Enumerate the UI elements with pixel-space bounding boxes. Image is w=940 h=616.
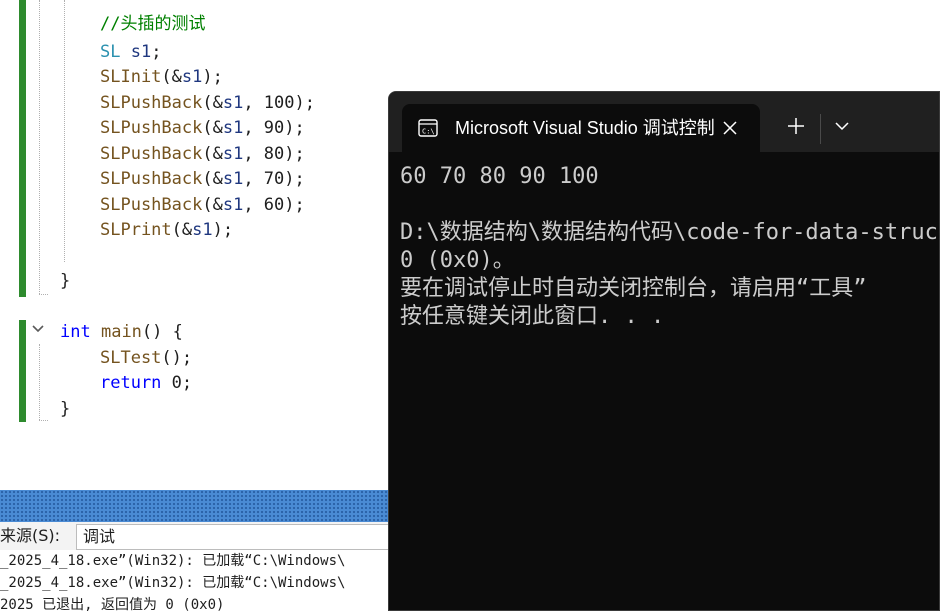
code-token: (& [202, 195, 223, 215]
code-line[interactable]: SLTest(); [100, 346, 192, 371]
code-token: SL [100, 42, 121, 62]
code-token: (& [171, 220, 193, 240]
code-token: main [100, 322, 142, 342]
indent-guide [64, 0, 65, 262]
output-source-label: 来源(S): [0, 526, 61, 545]
close-icon[interactable] [720, 118, 740, 138]
output-line: _2025_4_18.exe”(Win32): 已加载“C:\Windows\ [0, 553, 346, 569]
svg-text:C:\: C:\ [422, 128, 435, 136]
change-bar [19, 0, 26, 297]
output-line: _2025_4_18.exe”(Win32): 已加载“C:\Windows\ [0, 575, 346, 591]
code-token: ); [212, 220, 234, 240]
code-token: () { [141, 322, 183, 342]
code-line[interactable]: return 0; [100, 371, 192, 396]
code-line[interactable]: SLInit(&s1); [100, 65, 223, 90]
code-token: ); [202, 67, 223, 87]
output-pane: 来源(S): 调试 _2025_4_18.exe”(Win32): 已加载“C:… [0, 490, 396, 613]
code-token: SLInit [100, 67, 162, 87]
output-toolbar: 来源(S): 调试 [0, 522, 396, 550]
debug-console-window[interactable]: C:\ Microsoft Visual Studio 调试控制台 60 70 … [388, 91, 940, 611]
code-token: //头插的测试 [100, 14, 206, 34]
toolbar-divider [820, 114, 821, 144]
code-token: s1 [222, 169, 244, 189]
code-token: , 90); [243, 118, 305, 138]
code-token: (& [202, 93, 223, 113]
code-token: (& [202, 118, 223, 138]
code-token: SLPushBack [100, 93, 203, 113]
code-line[interactable]: SLPushBack(&s1, 90); [100, 116, 305, 141]
code-line[interactable]: } [60, 269, 70, 294]
code-token: (& [161, 67, 182, 87]
change-bar [19, 320, 26, 422]
code-line[interactable]: SLPrint(&s1); [100, 218, 233, 243]
code-token: s1 [222, 118, 244, 138]
terminal-line: 60 70 80 90 100 [400, 164, 599, 189]
code-token: s1 [181, 67, 203, 87]
code-token: (); [161, 348, 193, 368]
code-token: s1 [222, 93, 244, 113]
output-title-bar[interactable] [0, 490, 388, 522]
code-line[interactable]: SLPushBack(&s1, 70); [100, 167, 305, 192]
indent-guide [39, 344, 40, 420]
code-token: (& [202, 144, 223, 164]
code-token: , 100); [243, 93, 315, 113]
code-token: s1 [222, 195, 244, 215]
terminal-line: 按任意键关闭此窗口. . . [400, 304, 665, 329]
code-line[interactable]: int main() { [60, 320, 183, 345]
code-token: (& [202, 169, 223, 189]
code-token: 0; [161, 373, 193, 393]
code-line[interactable]: SLPushBack(&s1, 100); [100, 91, 315, 116]
output-source-value: 调试 [83, 527, 116, 546]
plus-icon[interactable] [786, 116, 806, 136]
code-token: , 60); [243, 195, 305, 215]
code-token: SLPushBack [100, 144, 203, 164]
code-token: SLPushBack [100, 195, 203, 215]
code-token: int [60, 322, 91, 342]
code-token: SLTest [100, 348, 162, 368]
code-token: s1 [192, 220, 213, 240]
code-token: SLPrint [100, 220, 172, 240]
output-line: 2025 已退出, 返回值为 0 (0x0) [0, 597, 225, 613]
code-token: } [60, 271, 71, 291]
code-token: , 80); [243, 144, 305, 164]
code-token: , 70); [243, 169, 305, 189]
collapse-chevron-icon[interactable] [30, 321, 46, 337]
indent-guide [39, 294, 48, 295]
terminal-line: 要在调试停止时自动关闭控制台，请启用“工具” [400, 276, 867, 301]
code-token: ; [151, 42, 162, 62]
code-line[interactable]: } [60, 397, 70, 422]
terminal-line: D:\数据结构\数据结构代码\code-for-data-structure [400, 220, 940, 245]
indent-guide [39, 0, 40, 294]
tab-title: Microsoft Visual Studio 调试控制台 [455, 118, 715, 138]
code-token: s1 [222, 144, 244, 164]
indent-guide [39, 420, 48, 421]
code-token: SLPushBack [100, 169, 203, 189]
chevron-down-icon[interactable] [833, 118, 851, 134]
code-line[interactable]: SL s1; [100, 40, 161, 65]
code-line[interactable]: //头插的测试 [100, 12, 205, 37]
terminal-icon: C:\ [418, 119, 438, 137]
code-line[interactable]: SLPushBack(&s1, 80); [100, 142, 305, 167]
code-token: return [100, 373, 162, 393]
code-token: s1 [130, 42, 152, 62]
code-token: } [60, 399, 71, 419]
terminal-title-bar[interactable]: C:\ Microsoft Visual Studio 调试控制台 [389, 92, 939, 152]
code-token: SLPushBack [100, 118, 203, 138]
code-line[interactable]: SLPushBack(&s1, 60); [100, 193, 305, 218]
output-source-select[interactable]: 调试 [76, 524, 396, 550]
tab-debug-console[interactable]: C:\ Microsoft Visual Studio 调试控制台 [402, 104, 760, 152]
terminal-line: 0 (0x0)。 [400, 248, 515, 273]
